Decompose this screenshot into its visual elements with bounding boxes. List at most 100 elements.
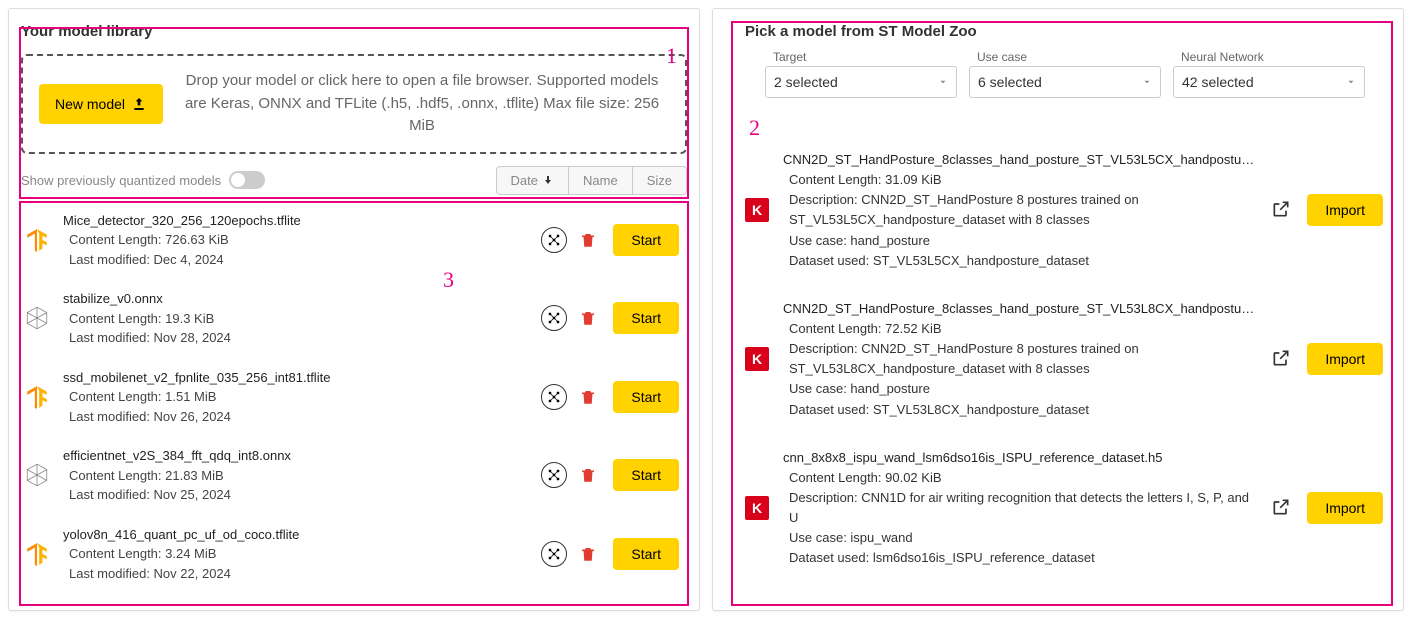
- zoo-item: K CNN2D_ST_HandPosture_8classes_hand_post…: [745, 285, 1383, 434]
- zoo-content-length: Content Length: 72.52 KiB: [783, 319, 1257, 339]
- model-meta: Mice_detector_320_256_120epochs.tfliteCo…: [63, 211, 529, 270]
- filter-label: Neural Network: [1173, 50, 1365, 64]
- filter-value: 2 selected: [774, 74, 838, 90]
- model-last-modified: Last modified: Nov 26, 2024: [63, 407, 529, 427]
- delete-button[interactable]: [579, 386, 601, 408]
- zoo-description: Description: CNN2D_ST_HandPosture 8 post…: [783, 339, 1257, 379]
- annotation-3: 3: [443, 267, 454, 293]
- model-content-length: Content Length: 3.24 MiB: [63, 544, 529, 564]
- zoo-meta: CNN2D_ST_HandPosture_8classes_hand_postu…: [783, 150, 1257, 271]
- import-button[interactable]: Import: [1307, 492, 1383, 524]
- filter-label: Target: [765, 50, 957, 64]
- model-item: yolov8n_416_quant_pc_uf_od_coco.tfliteCo…: [23, 515, 679, 594]
- keras-badge-icon: K: [745, 496, 769, 520]
- zoo-meta: CNN2D_ST_HandPosture_8classes_hand_postu…: [783, 299, 1257, 420]
- zoo-use-case: Use case: hand_posture: [783, 379, 1257, 399]
- model-content-length: Content Length: 19.3 KiB: [63, 309, 529, 329]
- chevron-down-icon: [938, 74, 948, 90]
- upload-icon: [131, 96, 147, 112]
- delete-button[interactable]: [579, 543, 601, 565]
- model-item: stabilize_v0.onnxContent Length: 19.3 Ki…: [23, 279, 679, 358]
- tensorflow-icon: [23, 540, 51, 568]
- delete-button[interactable]: [579, 464, 601, 486]
- open-external-button[interactable]: [1271, 199, 1293, 221]
- model-item: efficientnet_v2S_384_fft_qdq_int8.onnxCo…: [23, 436, 679, 515]
- zoo-list[interactable]: K CNN2D_ST_HandPosture_8classes_hand_post…: [713, 108, 1403, 610]
- zoo-description: Description: CNN1D for air writing recog…: [783, 488, 1257, 528]
- start-button[interactable]: Start: [613, 459, 679, 491]
- zoo-use-case: Use case: hand_posture: [783, 231, 1257, 251]
- view-graph-button[interactable]: [541, 305, 567, 331]
- new-model-button[interactable]: New model: [39, 84, 163, 124]
- view-graph-button[interactable]: [541, 384, 567, 410]
- list-toolbar: Show previously quantized models Date Na…: [9, 162, 699, 201]
- model-item: Mice_detector_320_256_120epochs.tfliteCo…: [23, 201, 679, 280]
- library-title: Your model library: [9, 9, 699, 46]
- zoo-title: Pick a model from ST Model Zoo: [713, 9, 1403, 50]
- sort-name-button[interactable]: Name: [569, 166, 633, 195]
- start-button[interactable]: Start: [613, 538, 679, 570]
- sort-date-button[interactable]: Date: [496, 166, 569, 195]
- zoo-model-name: CNN2D_ST_HandPosture_8classes_hand_postu…: [783, 150, 1257, 170]
- sort-size-button[interactable]: Size: [633, 166, 687, 195]
- filter-select[interactable]: 6 selected: [969, 66, 1161, 98]
- quantized-toggle[interactable]: [229, 171, 265, 189]
- zoo-dataset: Dataset used: ST_VL53L8CX_handposture_da…: [783, 400, 1257, 420]
- model-meta: yolov8n_416_quant_pc_uf_od_coco.tfliteCo…: [63, 525, 529, 584]
- model-item: ssd_mobilenet_v2_fpnlite_035_256_int81.t…: [23, 358, 679, 437]
- zoo-description: Description: CNN2D_ST_HandPosture 8 post…: [783, 190, 1257, 230]
- filter: Use case6 selected: [969, 50, 1161, 98]
- delete-button[interactable]: [579, 307, 601, 329]
- model-name: Mice_detector_320_256_120epochs.tflite: [63, 211, 529, 231]
- dropzone-text: Drop your model or click here to open a …: [175, 70, 669, 138]
- keras-badge-icon: K: [745, 347, 769, 371]
- open-external-button[interactable]: [1271, 348, 1293, 370]
- model-content-length: Content Length: 726.63 KiB: [63, 230, 529, 250]
- model-name: efficientnet_v2S_384_fft_qdq_int8.onnx: [63, 446, 529, 466]
- annotation-1: 1: [666, 43, 677, 69]
- filter: Target 2 selected: [765, 50, 957, 98]
- zoo-meta: cnn_8x8x8_ispu_wand_lsm6dso16is_ISPU_ref…: [783, 448, 1257, 569]
- onnx-icon: [23, 461, 51, 489]
- model-name: yolov8n_416_quant_pc_uf_od_coco.tflite: [63, 525, 529, 545]
- start-button[interactable]: Start: [613, 381, 679, 413]
- keras-badge-icon: K: [745, 198, 769, 222]
- open-external-button[interactable]: [1271, 497, 1293, 519]
- onnx-icon: [23, 304, 51, 332]
- filter: Neural Network 42 selected: [1173, 50, 1365, 98]
- toggle-label: Show previously quantized models: [21, 173, 221, 188]
- delete-button[interactable]: [579, 229, 601, 251]
- annotation-2: 2: [749, 115, 760, 141]
- view-graph-button[interactable]: [541, 227, 567, 253]
- model-last-modified: Last modified: Nov 28, 2024: [63, 328, 529, 348]
- filter-value: 42 selected: [1182, 74, 1254, 90]
- chevron-down-icon: [1142, 74, 1152, 90]
- zoo-use-case: Use case: ispu_wand: [783, 528, 1257, 548]
- zoo-item: Kcnn_8x8x8_ispu_wand_lsm6dso16is_ISPU_re…: [745, 434, 1383, 583]
- tensorflow-icon: [23, 383, 51, 411]
- zoo-dataset: Dataset used: ST_VL53L5CX_handposture_da…: [783, 251, 1257, 271]
- zoo-content-length: Content Length: 31.09 KiB: [783, 170, 1257, 190]
- view-graph-button[interactable]: [541, 541, 567, 567]
- filter-select[interactable]: 42 selected: [1173, 66, 1365, 98]
- zoo-model-name: cnn_8x8x8_ispu_wand_lsm6dso16is_ISPU_ref…: [783, 448, 1257, 468]
- model-zoo-panel: 2 Pick a model from ST Model Zoo Target 2…: [712, 8, 1404, 611]
- start-button[interactable]: Start: [613, 302, 679, 334]
- tensorflow-icon: [23, 226, 51, 254]
- filter-value: 6 selected: [978, 74, 1042, 90]
- model-meta: stabilize_v0.onnxContent Length: 19.3 Ki…: [63, 289, 529, 348]
- model-list[interactable]: Mice_detector_320_256_120epochs.tfliteCo…: [9, 201, 699, 611]
- zoo-filters: Target2 selectedUse case6 selectedNeural…: [713, 50, 1403, 108]
- import-button[interactable]: Import: [1307, 194, 1383, 226]
- filter-select[interactable]: 2 selected: [765, 66, 957, 98]
- model-meta: efficientnet_v2S_384_fft_qdq_int8.onnxCo…: [63, 446, 529, 505]
- dropzone[interactable]: New model Drop your model or click here …: [21, 54, 687, 154]
- model-content-length: Content Length: 21.83 MiB: [63, 466, 529, 486]
- start-button[interactable]: Start: [613, 224, 679, 256]
- model-last-modified: Last modified: Dec 4, 2024: [63, 250, 529, 270]
- import-button[interactable]: Import: [1307, 343, 1383, 375]
- model-name: ssd_mobilenet_v2_fpnlite_035_256_int81.t…: [63, 368, 529, 388]
- arrow-down-icon: [542, 174, 554, 186]
- view-graph-button[interactable]: [541, 462, 567, 488]
- model-meta: ssd_mobilenet_v2_fpnlite_035_256_int81.t…: [63, 368, 529, 427]
